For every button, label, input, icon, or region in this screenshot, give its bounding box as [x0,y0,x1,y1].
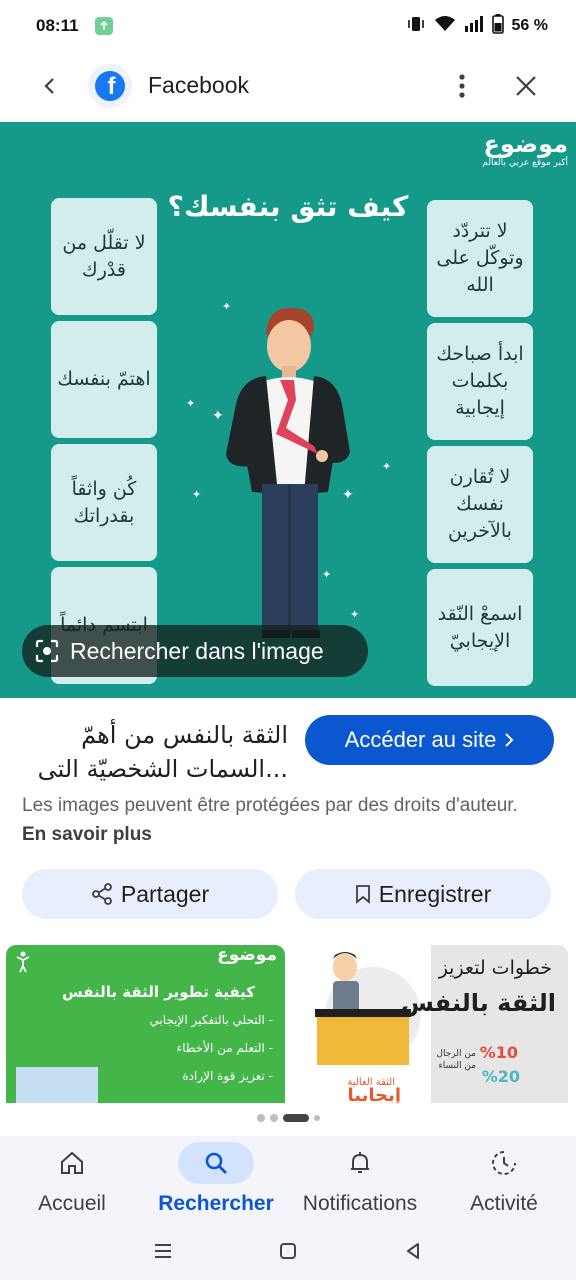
bell-icon [351,1152,369,1173]
tip-card-right-2: ابدأ صباحك بكلمات إيجابية [427,323,533,440]
more-options-button[interactable] [442,66,482,106]
page-dot-active [282,1114,309,1122]
system-navigation-bar [0,1226,576,1280]
recent-apps-icon [154,1243,171,1258]
save-label: Enregistrer [378,880,492,907]
home-icon [61,1151,83,1174]
related-2-stat-1: %10 [479,1043,518,1062]
related-2-title-line2: الثقة بالنفس [400,989,556,1017]
nav-notifications[interactable]: Notifications [288,1136,432,1226]
related-1-item: - التحلي بالتفكير الإيجابي [149,1013,273,1027]
save-button[interactable]: Enregistrer [295,869,551,919]
status-icons: 56 % [406,13,548,39]
related-2-title-line1: خطوات لتعزيز [438,957,552,979]
result-title[interactable]: الثقة بالنفس من أهمّ السمات الشخصيّة الت… [20,718,288,786]
lens-icon [35,639,59,663]
back-nav-button[interactable] [403,1241,423,1266]
page-dot [313,1115,320,1121]
image-brand-name: موضوع [483,130,568,158]
related-2-stat-label-1: من الرجال [436,1049,476,1059]
related-image-1[interactable]: موضوع كيفية تطوير الثقة بالنفس - التحلي … [6,945,285,1103]
related-1-illustration [16,1067,98,1103]
back-button[interactable] [30,66,70,106]
copyright-text: Les images peuvent être protégées par de… [22,795,518,816]
back-triangle-icon [407,1242,420,1259]
sparkle-icon: ✦ [186,398,196,410]
related-2-stat-2: %20 [481,1067,520,1086]
close-button[interactable] [506,66,546,106]
share-icon [91,883,112,905]
battery-percent: 56 % [511,17,548,34]
top-app-bar: f Facebook [0,52,576,120]
nav-home-label: Accueil [38,1192,106,1215]
vibrate-icon [406,15,426,38]
search-in-image-label: Rechercher dans l'image [70,637,324,664]
home-square-icon [279,1242,296,1259]
tip-card-left-3: كُن واثقاً بقدراتك [51,444,157,561]
tip-card-left-1: لا تقلّل من قدْرك [51,198,157,315]
bookmark-icon [355,885,370,904]
copyright-notice: Les images peuvent être protégées par de… [22,791,542,849]
signal-icon [464,15,484,38]
facebook-icon: f [95,71,125,101]
more-vert-icon [459,74,465,98]
tip-card-right-4: اسمعْ النّقد الإيجابيّ [427,569,533,686]
page-dot [256,1114,265,1122]
wifi-icon [434,15,456,38]
recent-apps-button[interactable] [153,1242,173,1265]
page-dot [269,1114,278,1122]
nav-search-label: Rechercher [158,1192,274,1215]
search-icon [205,1152,227,1174]
nav-home[interactable]: Accueil [0,1136,144,1226]
related-2-stat-label-2: من النساء [438,1061,477,1071]
nav-activity-label: Activité [470,1192,538,1215]
visit-site-button[interactable]: Accéder au site [305,715,554,765]
bottom-navigation: Accueil Rechercher Notifications Activit… [0,1136,576,1226]
nav-search[interactable]: Rechercher [144,1136,288,1226]
activity-icon [492,1151,516,1175]
visit-site-label: Accéder au site [344,727,497,752]
source-title: Facebook [148,72,250,98]
learn-more-link[interactable]: En savoir plus [22,824,152,845]
back-arrow-icon [44,78,54,94]
man-illustration [226,307,350,638]
tip-card-left-2: اهتمّ بنفسك [51,321,157,438]
share-button[interactable]: Partager [22,869,278,919]
sparkle-icon: ✦ [192,489,202,501]
tip-card-right-3: لا تُقارن نفسك بالآخرين [427,446,533,563]
related-image-2[interactable]: الثقة العالية إيجابيا خطوات لتعزيز الثقة… [293,945,568,1103]
image-brand-logo: موضوع أكبر موقع عربي بالعالم [482,130,568,168]
related-2-poster-word: إيجابيا [347,1085,401,1103]
pagination-dots [0,1114,576,1122]
upload-notification-icon [94,17,113,35]
main-image[interactable]: موضوع أكبر موقع عربي بالعالم كيف تثق بنف… [0,122,576,698]
nav-activity[interactable]: Activité [432,1136,576,1226]
related-2-illustration: الثقة العالية إيجابيا [293,945,431,1103]
status-time: 08:11 [36,16,79,35]
battery-icon [491,13,504,39]
related-1-item: - التعلم من الأخطاء [176,1041,273,1055]
related-1-brand: موضوع [217,945,277,965]
share-label: Partager [120,880,210,907]
image-brand-tagline: أكبر موقع عربي بالعالم [482,158,568,168]
status-bar: 08:11 56 % [0,0,576,52]
home-nav-button[interactable] [278,1241,298,1266]
search-in-image-button[interactable]: Rechercher dans l'image [22,625,368,677]
tip-card-right-1: لا تتردّد وتوكّل على الله [427,200,533,317]
nav-notifications-label: Notifications [302,1192,418,1215]
chevron-right-icon [505,733,514,747]
close-icon [516,76,536,96]
facebook-logo: f [88,64,132,108]
related-1-title: كيفية تطوير الثقة بالنفس [62,983,255,1001]
related-1-item: - تعزيز قوة الإرادة [182,1069,273,1083]
sparkle-icon: ✦ [382,461,392,473]
person-figure-icon [16,951,30,973]
